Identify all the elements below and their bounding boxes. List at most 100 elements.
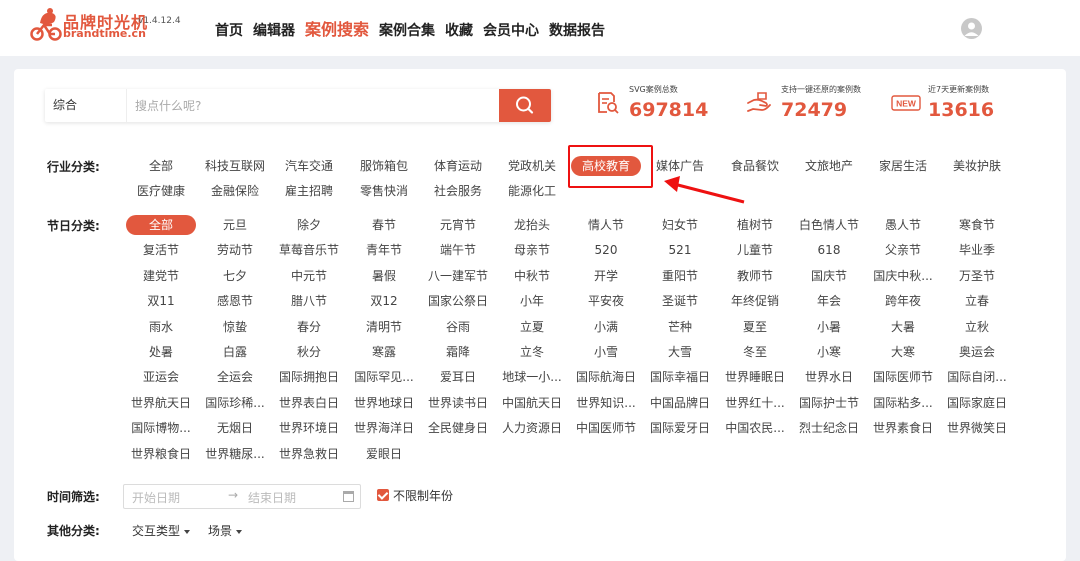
unlimited-year-label[interactable]: 不限制年份	[393, 487, 453, 504]
industry-tag[interactable]: 科技互联网	[200, 156, 270, 176]
festival-tag[interactable]: 元旦	[200, 215, 270, 235]
festival-tag[interactable]: 草莓音乐节	[274, 240, 344, 260]
festival-tag[interactable]: 春节	[349, 215, 419, 235]
festival-tag[interactable]: 全部	[126, 215, 196, 235]
nav-item[interactable]: 会员中心	[483, 20, 539, 40]
festival-tag[interactable]: 小暑	[794, 317, 864, 337]
festival-tag[interactable]: 端午节	[423, 240, 493, 260]
festival-tag[interactable]: 儿童节	[720, 240, 790, 260]
festival-tag[interactable]: 教师节	[720, 266, 790, 286]
festival-tag[interactable]: 全运会	[200, 367, 270, 387]
festival-tag[interactable]: 国际罕见...	[349, 367, 419, 387]
festival-tag[interactable]: 劳动节	[200, 240, 270, 260]
nav-item[interactable]: 收藏	[445, 20, 473, 40]
festival-tag[interactable]: 芒种	[645, 317, 715, 337]
festival-tag[interactable]: 秋分	[274, 342, 344, 362]
festival-tag[interactable]: 跨年夜	[868, 291, 938, 311]
industry-tag[interactable]: 社会服务	[423, 181, 493, 201]
festival-tag[interactable]: 世界海洋日	[349, 418, 419, 438]
brand-logo[interactable]: 品牌时光机 v1.4.12.4 brandtime.cn	[30, 7, 190, 47]
festival-tag[interactable]: 中国品牌日	[645, 393, 715, 413]
festival-tag[interactable]: 年终促销	[720, 291, 790, 311]
industry-tag[interactable]: 党政机关	[497, 156, 567, 176]
festival-tag[interactable]: 植树节	[720, 215, 790, 235]
nav-item[interactable]: 案例搜索	[305, 16, 369, 40]
festival-tag[interactable]: 亚运会	[126, 367, 196, 387]
festival-tag[interactable]: 清明节	[349, 317, 419, 337]
industry-tag[interactable]: 家居生活	[868, 156, 938, 176]
festival-tag[interactable]: 惊蛰	[200, 317, 270, 337]
start-date-field[interactable]: 开始日期	[132, 489, 180, 506]
festival-tag[interactable]: 烈士纪念日	[794, 418, 864, 438]
festival-tag[interactable]: 七夕	[200, 266, 270, 286]
festival-tag[interactable]: 世界急救日	[274, 444, 344, 464]
festival-tag[interactable]: 双11	[126, 291, 196, 311]
festival-tag[interactable]: 暑假	[349, 266, 419, 286]
festival-tag[interactable]: 感恩节	[200, 291, 270, 311]
industry-tag[interactable]: 雇主招聘	[274, 181, 344, 201]
industry-tag[interactable]: 体育运动	[423, 156, 493, 176]
search-button[interactable]	[499, 89, 551, 122]
festival-tag[interactable]: 春分	[274, 317, 344, 337]
festival-tag[interactable]: 奥运会	[942, 342, 1012, 362]
festival-tag[interactable]: 618	[794, 240, 864, 260]
festival-tag[interactable]: 立春	[942, 291, 1012, 311]
festival-tag[interactable]: 全民健身日	[423, 418, 493, 438]
festival-tag[interactable]: 白露	[200, 342, 270, 362]
festival-tag[interactable]: 无烟日	[200, 418, 270, 438]
festival-tag[interactable]: 国际粘多...	[868, 393, 938, 413]
festival-tag[interactable]: 中国航天日	[497, 393, 567, 413]
festival-tag[interactable]: 爱耳日	[423, 367, 493, 387]
festival-tag[interactable]: 国际爱牙日	[645, 418, 715, 438]
nav-item[interactable]: 编辑器	[253, 20, 295, 40]
festival-tag[interactable]: 国庆节	[794, 266, 864, 286]
festival-tag[interactable]: 冬至	[720, 342, 790, 362]
festival-tag[interactable]: 毕业季	[942, 240, 1012, 260]
festival-tag[interactable]: 小寒	[794, 342, 864, 362]
festival-tag[interactable]: 大雪	[645, 342, 715, 362]
search-input[interactable]	[135, 93, 485, 118]
festival-tag[interactable]: 立冬	[497, 342, 567, 362]
industry-tag[interactable]: 能源化工	[497, 181, 567, 201]
festival-tag[interactable]: 世界水日	[794, 367, 864, 387]
festival-tag[interactable]: 建党节	[126, 266, 196, 286]
festival-tag[interactable]: 国际自闭...	[942, 367, 1012, 387]
festival-tag[interactable]: 国庆中秋...	[868, 266, 938, 286]
festival-tag[interactable]: 中元节	[274, 266, 344, 286]
festival-tag[interactable]: 大暑	[868, 317, 938, 337]
festival-tag[interactable]: 夏至	[720, 317, 790, 337]
festival-tag[interactable]: 白色情人节	[794, 215, 864, 235]
festival-tag[interactable]: 处暑	[126, 342, 196, 362]
festival-tag[interactable]: 年会	[794, 291, 864, 311]
industry-tag[interactable]: 汽车交通	[274, 156, 344, 176]
festival-tag[interactable]: 小满	[571, 317, 641, 337]
festival-tag[interactable]: 国际家庭日	[942, 393, 1012, 413]
festival-tag[interactable]: 大寒	[868, 342, 938, 362]
festival-tag[interactable]: 世界航天日	[126, 393, 196, 413]
user-avatar[interactable]	[961, 18, 982, 39]
industry-tag[interactable]: 文旅地产	[794, 156, 864, 176]
festival-tag[interactable]: 中秋节	[497, 266, 567, 286]
industry-tag[interactable]: 美妆护肤	[942, 156, 1012, 176]
industry-tag[interactable]: 零售快消	[349, 181, 419, 201]
festival-tag[interactable]: 立夏	[497, 317, 567, 337]
industry-tag[interactable]: 服饰箱包	[349, 156, 419, 176]
scene-dropdown[interactable]: 场景	[208, 522, 243, 539]
festival-tag[interactable]: 小年	[497, 291, 567, 311]
festival-tag[interactable]: 中国农民...	[720, 418, 790, 438]
festival-tag[interactable]: 国际航海日	[571, 367, 641, 387]
festival-tag[interactable]: 世界表白日	[274, 393, 344, 413]
festival-tag[interactable]: 世界读书日	[423, 393, 493, 413]
festival-tag[interactable]: 520	[571, 240, 641, 260]
festival-tag[interactable]: 霜降	[423, 342, 493, 362]
end-date-field[interactable]: 结束日期	[248, 489, 296, 506]
festival-tag[interactable]: 龙抬头	[497, 215, 567, 235]
festival-tag[interactable]: 愚人节	[868, 215, 938, 235]
festival-tag[interactable]: 谷雨	[423, 317, 493, 337]
festival-tag[interactable]: 父亲节	[868, 240, 938, 260]
festival-tag[interactable]: 平安夜	[571, 291, 641, 311]
interaction-type-dropdown[interactable]: 交互类型	[132, 522, 191, 539]
nav-item[interactable]: 首页	[215, 20, 243, 40]
festival-tag[interactable]: 世界素食日	[868, 418, 938, 438]
industry-tag[interactable]: 金融保险	[200, 181, 270, 201]
